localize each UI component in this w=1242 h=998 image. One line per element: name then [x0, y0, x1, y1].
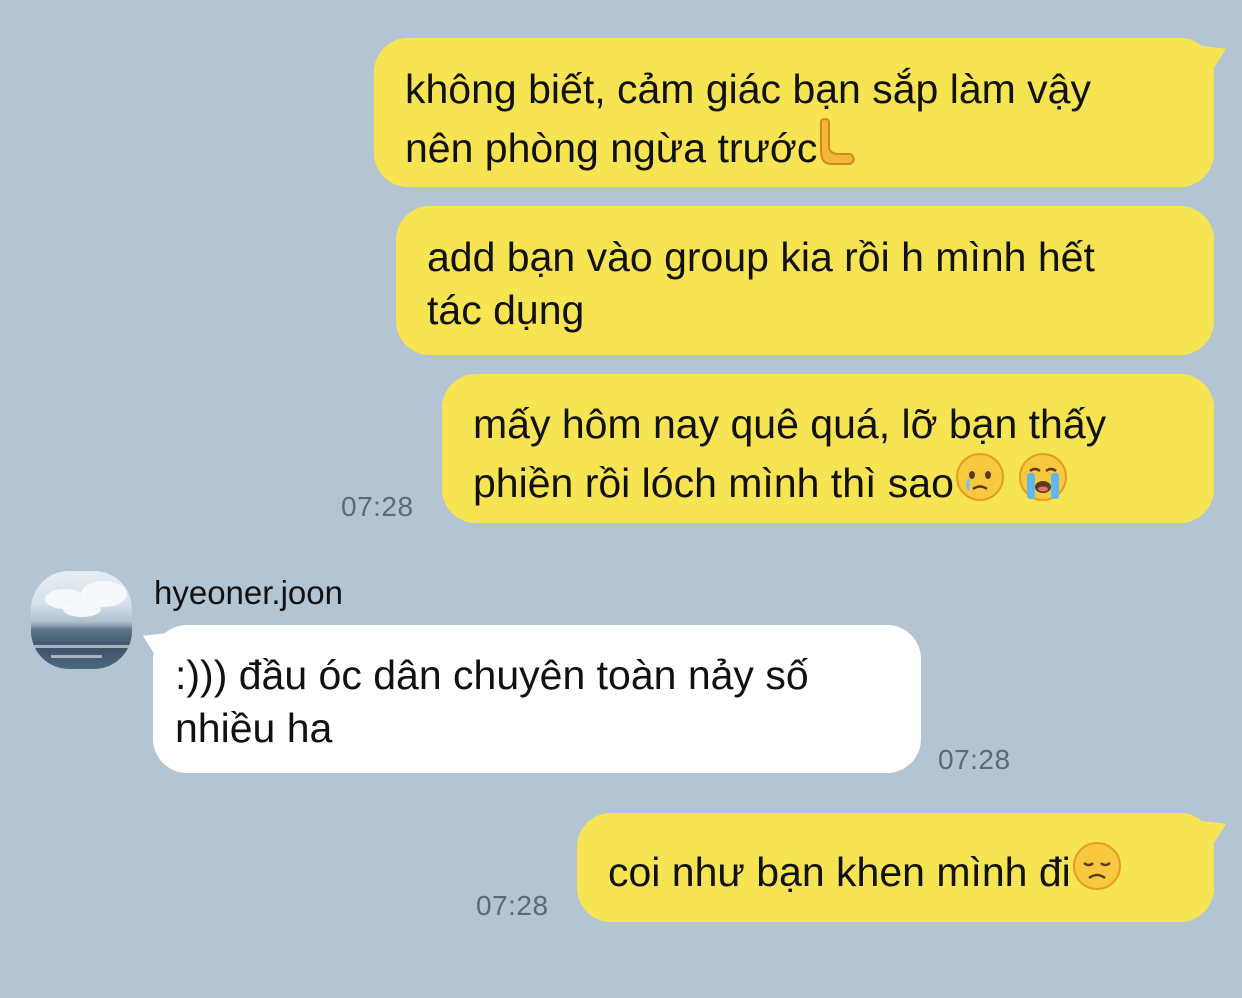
message-timestamp: 07:28: [341, 491, 414, 522]
outgoing-message-bubble[interactable]: mấy hôm nay quê quá, lỡ bạn thấy phiền r…: [442, 374, 1214, 523]
message-line: phiền rồi lóch mình thì sao: [473, 460, 954, 506]
message-text: :))) đầu óc dân chuyên toàn nảy số nhiều…: [175, 649, 921, 755]
loudly-crying-face-emoji: [1017, 451, 1069, 516]
avatar-wave: [51, 655, 102, 658]
message-text: coi như bạn khen mình đi: [608, 840, 1214, 905]
message-line: mấy hôm nay quê quá, lỡ bạn thấy: [473, 401, 1107, 447]
message-line: nhiều ha: [175, 705, 333, 751]
message-line: coi như bạn khen mình đi: [608, 849, 1071, 895]
palm-down-hand-emoji: [817, 116, 857, 181]
bubble-tail: [137, 626, 167, 660]
incoming-message-bubble[interactable]: :))) đầu óc dân chuyên toàn nảy số nhiều…: [137, 625, 921, 773]
outgoing-message-bubble[interactable]: không biết, cảm giác bạn sắp làm vậy nên…: [374, 38, 1232, 187]
message-text: add bạn vào group kia rồi h mình hết tác…: [427, 231, 1214, 337]
avatar-wave: [31, 645, 132, 648]
message-text: không biết, cảm giác bạn sắp làm vậy nên…: [405, 63, 1214, 181]
outgoing-message-bubble[interactable]: coi như bạn khen mình đi: [577, 813, 1232, 922]
message-line: nên phòng ngừa trước: [405, 125, 818, 171]
avatar-cloud: [63, 601, 101, 617]
avatar[interactable]: [31, 571, 132, 669]
sender-name[interactable]: hyeoner.joon: [154, 574, 343, 612]
message-timestamp: 07:28: [938, 744, 1011, 775]
message-line: :))) đầu óc dân chuyên toàn nảy số: [175, 652, 809, 698]
message-line: add bạn vào group kia rồi h mình hết: [427, 234, 1095, 280]
face-holding-back-tears-emoji: [954, 451, 1006, 516]
outgoing-message-bubble[interactable]: add bạn vào group kia rồi h mình hết tác…: [396, 206, 1214, 355]
message-line: không biết, cảm giác bạn sắp làm vậy: [405, 66, 1091, 112]
disappointed-face-emoji: [1071, 840, 1123, 905]
message-timestamp: 07:28: [476, 890, 549, 921]
chat-thread[interactable]: không biết, cảm giác bạn sắp làm vậy nên…: [0, 0, 1242, 998]
message-line: tác dụng: [427, 287, 585, 333]
message-text: mấy hôm nay quê quá, lỡ bạn thấy phiền r…: [473, 398, 1214, 516]
